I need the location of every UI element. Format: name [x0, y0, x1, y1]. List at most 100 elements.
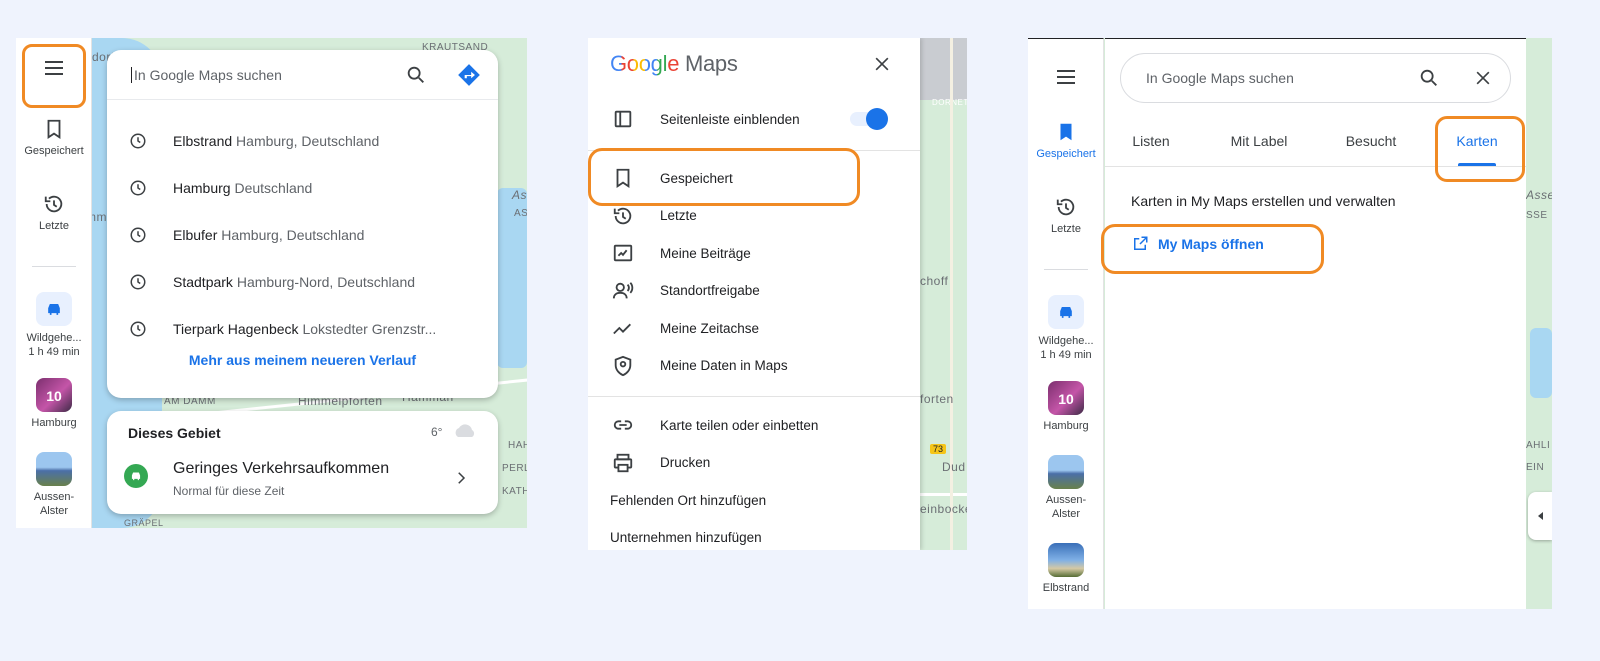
toggle-switch[interactable]: [850, 108, 888, 130]
rail-place-subtitle: 1 h 49 min: [1040, 349, 1092, 361]
collapse-panel-button[interactable]: [1528, 492, 1552, 540]
menu-item-timeline[interactable]: Meine Zeitachse: [588, 310, 920, 346]
directions-icon[interactable]: [456, 62, 482, 88]
highlight-my-maps-link: [1101, 224, 1324, 274]
menu-item-print[interactable]: Drucken: [588, 445, 920, 481]
add-business-link[interactable]: Unternehmen hinzufügen: [610, 530, 762, 545]
rail-place-title: Aussen-Alster: [33, 491, 75, 517]
menu-button[interactable]: [1028, 65, 1104, 89]
rail-recent-place[interactable]: 10 Hamburg: [16, 378, 92, 430]
rail-recent-button[interactable]: Letzte: [16, 193, 92, 233]
road-shield: 73: [930, 444, 947, 454]
history-icon: [1056, 198, 1075, 216]
history-item[interactable]: Elbufer Hamburg, Deutschland: [107, 212, 498, 258]
location-sharing-icon: [612, 281, 634, 298]
map-label: PERLE: [502, 463, 527, 474]
history-text: Stadtpark Hamburg-Nord, Deutschland: [173, 274, 415, 290]
text-cursor: [131, 67, 132, 83]
traffic-subtitle: Normal für diese Zeit: [173, 484, 285, 498]
rail-place-title: Wildgehe...: [26, 332, 82, 344]
search-icon[interactable]: [405, 64, 427, 86]
rail-place-title: Aussen-Alster: [1045, 494, 1087, 520]
map-label: AHLI: [1526, 440, 1551, 451]
close-icon[interactable]: [1473, 68, 1493, 88]
more-history-link[interactable]: Mehr aus meinem neueren Verlauf: [107, 352, 498, 368]
add-missing-place-link[interactable]: Fehlenden Ort hinzufügen: [610, 493, 766, 508]
traffic-row[interactable]: Geringes Verkehrsaufkommen Normal für di…: [107, 456, 498, 504]
car-icon: [1060, 307, 1072, 318]
map-label: EIN: [1526, 462, 1545, 473]
highlight-saved: [588, 148, 860, 206]
car-thumb: [1048, 295, 1084, 329]
place-photo: 10: [36, 378, 72, 412]
rail-place-title: Hamburg: [31, 417, 77, 429]
map-label: ASS: [514, 208, 527, 219]
traffic-title: Geringes Verkehrsaufkommen: [173, 460, 390, 477]
side-rail: Gespeichert Letzte Wildgehe... 1 h 49 mi…: [1028, 38, 1104, 609]
recent-history-icon: [130, 133, 146, 149]
menu-item-label: Letzte: [660, 208, 697, 223]
rail-recent-place[interactable]: Elbstrand: [1028, 543, 1104, 595]
history-icon: [613, 207, 632, 224]
history-item[interactable]: Tierpark Hagenbeck Lokstedter Grenzstr..…: [107, 306, 498, 352]
menu-icon: [1057, 70, 1075, 84]
map-background[interactable]: DORNET choff forten 73 Dud einbocke: [920, 38, 967, 550]
history-text: Tierpark Hagenbeck Lokstedter Grenzstr..…: [173, 321, 436, 337]
close-icon[interactable]: [872, 54, 892, 74]
rail-saved-label: Gespeichert: [1036, 148, 1096, 160]
menu-item-label: Meine Zeitachse: [660, 320, 760, 336]
tab-besucht[interactable]: Besucht: [1333, 115, 1409, 167]
rail-recent-button[interactable]: Letzte: [1028, 196, 1104, 236]
map-background[interactable]: Asse SSE AHLI EIN: [1526, 38, 1552, 609]
rail-recent-label: Letzte: [39, 220, 69, 232]
rail-saved-button[interactable]: Gespeichert: [1028, 121, 1104, 161]
car-icon: [48, 304, 60, 315]
rail-recent-place[interactable]: Wildgehe... 1 h 49 min: [1028, 295, 1104, 362]
search-placeholder: In Google Maps suchen: [1146, 70, 1294, 86]
history-sub: Hamburg, Deutschland: [236, 133, 380, 149]
search-icon[interactable]: [1418, 67, 1440, 89]
history-text: Elbstrand Hamburg, Deutschland: [173, 133, 379, 149]
menu-item-link[interactable]: Karte teilen oder einbetten: [588, 407, 920, 443]
menu-item-contributions[interactable]: Meine Beiträge: [588, 235, 920, 271]
place-photo: [36, 452, 72, 486]
rail-recent-place[interactable]: Wildgehe... 1 h 49 min: [16, 292, 92, 359]
caret-left-icon: [1538, 512, 1543, 520]
bookmark-icon: [47, 119, 61, 139]
tab-listen[interactable]: Listen: [1117, 115, 1185, 167]
rail-saved-button[interactable]: Gespeichert: [16, 118, 92, 158]
chevron-right-icon: [458, 472, 466, 484]
area-card: Dieses Gebiet 6° Geringes Verkehrsaufkom…: [107, 411, 498, 514]
history-item[interactable]: Stadtpark Hamburg-Nord, Deutschland: [107, 259, 498, 305]
rail-recent-place[interactable]: Aussen-Alster: [1028, 455, 1104, 521]
rail-place-title: Hamburg: [1043, 420, 1089, 432]
rail-place-title: Elbstrand: [1042, 582, 1090, 594]
history-item[interactable]: Hamburg Deutschland: [107, 165, 498, 211]
history-main: Hamburg: [173, 180, 231, 196]
rail-recent-place[interactable]: Aussen-Alster: [16, 452, 92, 518]
badge-count: 10: [1058, 391, 1074, 407]
menu-item-location-sharing[interactable]: Standortfreigabe: [588, 273, 920, 309]
history-item[interactable]: Elbstrand Hamburg, Deutschland: [107, 118, 498, 164]
cloud-icon: [455, 424, 475, 437]
map-label: GRÄPEL: [124, 518, 164, 528]
sidebar-toggle-row[interactable]: Seitenleiste einblenden: [588, 101, 920, 137]
search-box[interactable]: In Google Maps suchen: [1120, 53, 1511, 103]
link-icon: [613, 420, 633, 430]
rail-recent-label: Letzte: [1051, 223, 1081, 235]
toggle-knob: [866, 108, 888, 130]
divider: [32, 266, 76, 267]
sidebar-toggle-label: Seitenleiste einblenden: [660, 111, 800, 127]
divider: [1044, 269, 1088, 270]
search-box[interactable]: In Google Maps suchen: [107, 50, 498, 100]
tab-mit-label[interactable]: Mit Label: [1215, 115, 1303, 167]
history-main: Elbufer: [173, 227, 218, 243]
map-label: mm: [92, 210, 107, 224]
maps-description: Karten in My Maps erstellen und verwalte…: [1131, 193, 1396, 209]
shield-icon: [614, 355, 632, 376]
rail-recent-place[interactable]: 10 Hamburg: [1028, 381, 1104, 433]
menu-item-label: Karte teilen oder einbetten: [660, 417, 819, 433]
menu-item-shield[interactable]: Meine Daten in Maps: [588, 348, 920, 384]
recent-history-icon: [130, 274, 146, 290]
menu-item-label: Standortfreigabe: [660, 283, 760, 298]
